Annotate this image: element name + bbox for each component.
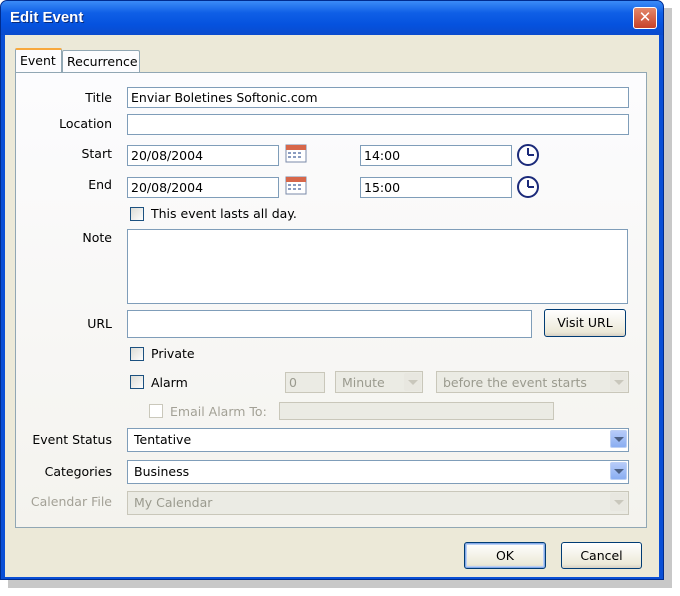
calendar-file-select[interactable]: My Calendar [127, 491, 629, 515]
tab-recurrence[interactable]: Recurrence [62, 50, 140, 72]
alarm-label: Alarm [151, 375, 188, 390]
url-input[interactable] [127, 310, 532, 338]
tab-event-label: Event [20, 53, 56, 68]
end-calendar-icon[interactable] [285, 175, 307, 195]
window-title: Edit Event [10, 9, 84, 26]
start-clock-icon[interactable] [516, 143, 540, 167]
categories-value: Business [134, 464, 190, 479]
chevron-down-icon [404, 373, 421, 391]
visit-url-button[interactable]: Visit URL [544, 309, 626, 337]
alarm-amount-input[interactable]: 0 [285, 372, 325, 393]
start-label: Start [81, 146, 112, 161]
edit-event-dialog: Edit Event ✕ Event Recurrence Title Envi… [0, 0, 664, 580]
chevron-down-icon [610, 493, 627, 511]
title-label: Title [85, 90, 112, 105]
tab-event[interactable]: Event [15, 48, 62, 72]
start-date-input[interactable]: 20/08/2004 [127, 145, 279, 166]
event-status-label: Event Status [32, 432, 112, 447]
end-time-input[interactable]: 15:00 [360, 177, 512, 198]
end-date-input[interactable]: 20/08/2004 [127, 177, 279, 198]
categories-select[interactable]: Business [127, 460, 629, 484]
all-day-label: This event lasts all day. [151, 206, 297, 221]
close-button[interactable]: ✕ [633, 7, 657, 29]
start-calendar-icon[interactable] [285, 143, 307, 163]
categories-label: Categories [44, 464, 112, 479]
email-alarm-input[interactable] [279, 402, 554, 420]
location-label: Location [59, 116, 112, 131]
alarm-checkbox[interactable] [130, 375, 144, 389]
note-label: Note [82, 230, 112, 245]
tab-recurrence-label: Recurrence [67, 54, 138, 69]
title-bar[interactable]: Edit Event ✕ [1, 1, 663, 35]
note-textarea[interactable] [127, 229, 628, 304]
alarm-relation-select[interactable]: before the event starts [436, 371, 629, 393]
event-status-value: Tentative [134, 432, 192, 447]
ok-button[interactable]: OK [464, 542, 546, 569]
close-icon: ✕ [638, 8, 652, 26]
title-input[interactable]: Enviar Boletines Softonic.com [127, 87, 629, 108]
alarm-unit-value: Minute [342, 375, 385, 390]
end-clock-icon[interactable] [516, 175, 540, 199]
all-day-checkbox[interactable] [130, 207, 144, 221]
chevron-down-icon [610, 373, 627, 391]
alarm-unit-select[interactable]: Minute [335, 371, 423, 393]
chevron-down-icon [610, 430, 627, 448]
start-time-input[interactable]: 14:00 [360, 145, 512, 166]
private-label: Private [151, 346, 195, 361]
cancel-button[interactable]: Cancel [561, 542, 642, 569]
end-label: End [88, 177, 112, 192]
alarm-relation-value: before the event starts [443, 375, 587, 390]
private-checkbox[interactable] [130, 347, 144, 361]
location-input[interactable] [127, 114, 629, 135]
calendar-file-value: My Calendar [134, 495, 213, 510]
email-alarm-checkbox[interactable] [149, 404, 163, 418]
email-alarm-label: Email Alarm To: [170, 404, 267, 419]
event-status-select[interactable]: Tentative [127, 428, 629, 452]
dialog-body: Event Recurrence Title Enviar Boletines … [5, 35, 659, 577]
chevron-down-icon [610, 462, 627, 480]
calendar-file-label: Calendar File [30, 494, 112, 509]
url-label: URL [87, 316, 112, 331]
